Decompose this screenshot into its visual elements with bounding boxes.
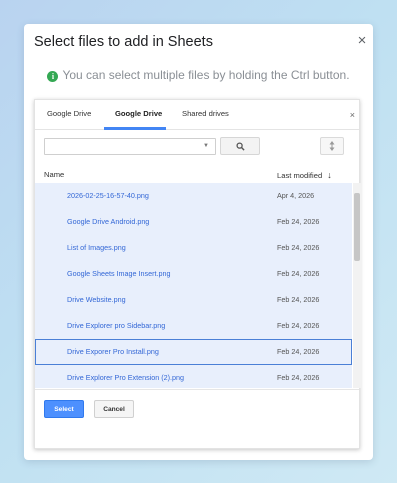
- file-list: 2026-02-25-16-57-40.png Apr 4, 2026 Goog…: [35, 183, 352, 388]
- file-date: Feb 24, 2026: [277, 321, 320, 330]
- sort-arrow-icon: ↓: [327, 170, 332, 180]
- file-name: Drive Website.png: [67, 295, 126, 304]
- file-row[interactable]: List of Images.png Feb 24, 2026: [35, 235, 352, 261]
- file-date: Feb 24, 2026: [277, 243, 320, 252]
- file-row[interactable]: Drive Explorer Pro Extension (2).png Feb…: [35, 365, 352, 388]
- hint-text: You can select multiple files by holding…: [62, 68, 350, 82]
- file-date: Apr 4, 2026: [277, 191, 315, 200]
- tab-google-drive-1[interactable]: Google Drive: [47, 109, 91, 118]
- file-date: Feb 24, 2026: [277, 217, 320, 226]
- file-date: Feb 24, 2026: [277, 269, 320, 278]
- tab-google-drive-2[interactable]: Google Drive: [115, 109, 162, 118]
- column-header-name[interactable]: Name: [44, 170, 64, 179]
- file-date: Feb 24, 2026: [277, 373, 320, 382]
- select-button[interactable]: Select: [44, 400, 84, 418]
- file-picker: Google Drive Google Drive Shared drives …: [34, 99, 361, 449]
- file-row[interactable]: Google Drive Android.png Feb 24, 2026: [35, 209, 352, 235]
- select-files-dialog: Select files to add in Sheets × i You can…: [24, 24, 373, 460]
- picker-close-icon[interactable]: ×: [350, 110, 355, 120]
- view-toggle-button[interactable]: [320, 137, 344, 155]
- chevron-down-icon[interactable]: ▼: [203, 143, 209, 149]
- last-modified-label: Last modified: [277, 171, 323, 180]
- file-name: Google Drive Android.png: [67, 217, 150, 226]
- search-input[interactable]: ▼: [44, 138, 216, 155]
- dialog-title: Select files to add in Sheets: [34, 34, 213, 50]
- tab-shared-drives[interactable]: Shared drives: [182, 109, 229, 118]
- file-row-focused[interactable]: Drive Exporer Pro Install.png Feb 24, 20…: [35, 339, 352, 365]
- search-icon: [235, 141, 245, 151]
- file-date: Feb 24, 2026: [277, 295, 320, 304]
- column-header-last-modified[interactable]: Last modified ↓: [277, 170, 332, 180]
- file-list-scrollbar[interactable]: [353, 183, 361, 388]
- file-row[interactable]: Drive Explorer pro Sidebar.png Feb 24, 2…: [35, 313, 352, 339]
- cancel-button[interactable]: Cancel: [94, 400, 134, 418]
- file-name: Drive Explorer Pro Extension (2).png: [67, 373, 185, 382]
- active-tab-indicator: [104, 127, 166, 130]
- file-name: List of Images.png: [67, 243, 126, 252]
- file-name: 2026-02-25-16-57-40.png: [67, 191, 149, 200]
- scrollbar-thumb[interactable]: [354, 193, 360, 261]
- file-name: Drive Explorer pro Sidebar.png: [67, 321, 166, 330]
- multi-select-hint: i You can select multiple files by holdin…: [24, 68, 373, 82]
- file-row[interactable]: 2026-02-25-16-57-40.png Apr 4, 2026: [35, 183, 352, 209]
- picker-tabs: Google Drive Google Drive Shared drives …: [35, 100, 359, 130]
- file-name: Google Sheets Image Insert.png: [67, 269, 171, 278]
- file-row[interactable]: Drive Website.png Feb 24, 2026: [35, 287, 352, 313]
- file-date: Feb 24, 2026: [277, 347, 320, 356]
- footer-divider: [35, 389, 359, 390]
- file-name: Drive Exporer Pro Install.png: [67, 347, 159, 356]
- close-icon[interactable]: ×: [355, 33, 369, 48]
- search-button[interactable]: [220, 137, 260, 155]
- file-row[interactable]: Google Sheets Image Insert.png Feb 24, 2…: [35, 261, 352, 287]
- info-icon: i: [47, 71, 59, 82]
- sort-arrows-icon: [329, 141, 335, 151]
